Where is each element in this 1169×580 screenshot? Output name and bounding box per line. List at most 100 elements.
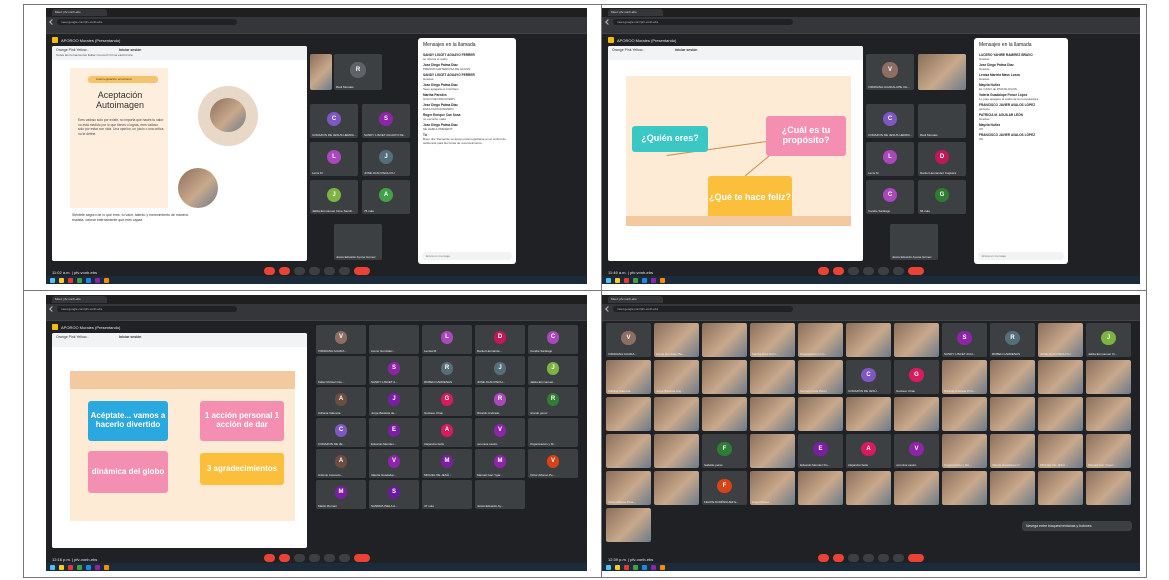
- captions-button[interactable]: [848, 267, 859, 275]
- back-icon[interactable]: [49, 305, 55, 312]
- present-button[interactable]: [863, 554, 874, 562]
- taskbar-app-icon[interactable]: [104, 277, 109, 283]
- participant-tile[interactable]: [846, 323, 891, 357]
- participant-tile[interactable]: J Jorge Bautista de...: [369, 387, 419, 416]
- participant-tile[interactable]: G Gustavo Chan: [422, 387, 472, 416]
- participant-tile[interactable]: [702, 323, 747, 357]
- taskbar-app-icon[interactable]: [633, 277, 638, 283]
- participant-tile[interactable]: Jesús Eduardo Ayuna Gómez: [334, 224, 382, 260]
- more-options-button[interactable]: [338, 554, 350, 562]
- sign-in-button[interactable]: Iniciar sesión: [119, 48, 141, 52]
- participant-tile[interactable]: D Daniel Hernandez Cuglotra: [918, 142, 966, 176]
- participant-tile[interactable]: V VIRIDIANA GUADA...: [606, 323, 651, 357]
- participant-tile[interactable]: Kalia Christel Osu...: [316, 356, 366, 385]
- url-input[interactable]: meet.google.com/pfv-vonh-ebs: [57, 305, 237, 312]
- participant-tile[interactable]: Organización y M...: [528, 418, 578, 447]
- participant-tile[interactable]: V Victor Alfonso Pe...: [528, 449, 578, 478]
- taskbar-app-icon[interactable]: [615, 277, 620, 283]
- raise-hand-button[interactable]: [878, 267, 889, 275]
- participant-tile[interactable]: J Jaktia Emmanuel Cime Sanch...: [310, 180, 358, 214]
- participant-tile[interactable]: Martha Díaz Hern...: [750, 323, 795, 357]
- participant-tile[interactable]: [1086, 360, 1131, 394]
- raise-hand-button[interactable]: [323, 554, 335, 562]
- participant-tile[interactable]: [750, 397, 795, 431]
- participant-tile[interactable]: [702, 360, 747, 394]
- participant-tile[interactable]: C CORAZON DE JESUS HERRA...: [310, 104, 358, 138]
- participant-tile[interactable]: S SANDY LISCET A...: [369, 356, 419, 385]
- taskbar-app-icon[interactable]: [651, 564, 656, 570]
- participant-tile[interactable]: [990, 471, 1035, 505]
- participant-tile[interactable]: C CORAZON DE JE...: [316, 418, 366, 447]
- participant-tile[interactable]: Ricardo Andrade Prim...: [942, 360, 987, 394]
- chat-input[interactable]: Envía un mensaje: [978, 252, 1064, 260]
- participant-tile[interactable]: R Raul Morales: [334, 54, 382, 90]
- taskbar-app-icon[interactable]: [633, 564, 638, 570]
- participant-tile[interactable]: L Lenis M: [866, 142, 914, 176]
- browser-tab[interactable]: Meet: pfv-vonh-ebs: [608, 296, 663, 303]
- leave-call-button[interactable]: [908, 267, 924, 275]
- participant-tile[interactable]: C Candie Santiago: [866, 180, 914, 214]
- taskbar-app-icon[interactable]: [86, 564, 91, 570]
- back-icon[interactable]: [605, 18, 611, 25]
- participant-tile[interactable]: Valeria Guadalupe P...: [990, 434, 1035, 468]
- participant-tile[interactable]: A Adriana Valencia: [316, 387, 366, 416]
- taskbar-app-icon[interactable]: [615, 564, 620, 570]
- participant-tile[interactable]: [750, 360, 795, 394]
- taskbar-app-icon[interactable]: [59, 564, 64, 570]
- participant-tile[interactable]: JOSE JUAN PECH KU: [1038, 323, 1083, 357]
- participant-tile[interactable]: R Ricardo Andrade: [475, 387, 525, 416]
- captions-button[interactable]: [293, 554, 305, 562]
- participant-tile[interactable]: [654, 397, 699, 431]
- leave-call-button[interactable]: [353, 267, 370, 275]
- browser-tab[interactable]: Meet: pfv-vonh-ebs: [52, 9, 107, 16]
- participant-tile[interactable]: Angel Flores: [750, 471, 795, 505]
- participant-tile[interactable]: V Valeria Guadalup...: [369, 449, 419, 478]
- taskbar-app-icon[interactable]: [606, 564, 611, 570]
- captions-button[interactable]: [848, 554, 859, 562]
- participant-tile[interactable]: J Jaktia Emmanuel...: [528, 356, 578, 385]
- participant-tile[interactable]: [990, 397, 1035, 431]
- browser-tab[interactable]: Meet: pfv-vonh-ebs: [52, 296, 107, 303]
- participant-tile[interactable]: M MIGUEL DE JESÚ...: [422, 449, 472, 478]
- taskbar-app-icon[interactable]: [68, 277, 73, 283]
- participant-tile[interactable]: C Candie Santiago: [528, 325, 578, 354]
- participant-tile[interactable]: [894, 471, 939, 505]
- sign-in-button[interactable]: Iniciar sesión: [675, 48, 697, 52]
- participant-tile[interactable]: F Isabelle peres: [702, 434, 747, 468]
- participant-tile[interactable]: [606, 434, 651, 468]
- participant-tile[interactable]: Rricardo perez: [528, 387, 578, 416]
- participant-tile[interactable]: Jesús Eduardo Ay...: [475, 480, 525, 509]
- mic-off-button[interactable]: [818, 267, 829, 275]
- participant-tile[interactable]: M Martin Roman: [316, 480, 366, 509]
- participant-tile[interactable]: [654, 471, 699, 505]
- participant-tile[interactable]: E Eduardo Mendez Ro...: [798, 434, 843, 468]
- participant-tile[interactable]: L Lenisa M.: [422, 325, 472, 354]
- participant-tile[interactable]: [654, 434, 699, 468]
- participant-tile[interactable]: S SANDY LISCET AGUAYO FE...: [362, 104, 410, 138]
- participant-tile[interactable]: S SANDY LISCET AGU...: [942, 323, 987, 357]
- participant-tile[interactable]: F FELIPE DOMÍNGUEZ E...: [702, 471, 747, 505]
- participant-tile[interactable]: [1038, 471, 1083, 505]
- participant-tile[interactable]: D Daniel Hernánde...: [475, 325, 525, 354]
- participant-tile[interactable]: Vveronica castro: [894, 434, 939, 468]
- url-input[interactable]: meet.google.com/pfv-vonh-ebs: [613, 18, 793, 25]
- participant-tile[interactable]: [750, 434, 795, 468]
- url-input[interactable]: meet.google.com/pfv-vonh-ebs: [613, 305, 793, 312]
- taskbar-app-icon[interactable]: [642, 277, 647, 283]
- participant-tile[interactable]: R RUBEN CARDENAS: [990, 323, 1035, 357]
- participant-tile[interactable]: Llemo González Be...: [654, 323, 699, 357]
- participant-tile[interactable]: 47 más: [422, 480, 472, 509]
- participant-tile[interactable]: MIGUEL DE JESÚ...: [1038, 434, 1083, 468]
- participant-tile[interactable]: Vveronica castro: [475, 418, 525, 447]
- taskbar-app-icon[interactable]: [660, 564, 665, 570]
- participant-tile[interactable]: [702, 397, 747, 431]
- participant-tile[interactable]: Jorge Bautista Ang...: [654, 360, 699, 394]
- participant-tile[interactable]: A Alejandra Solis: [422, 418, 472, 447]
- camera-off-button[interactable]: [278, 267, 290, 275]
- taskbar-app-icon[interactable]: [68, 564, 73, 570]
- taskbar-app-icon[interactable]: [624, 564, 629, 570]
- taskbar-app-icon[interactable]: [660, 277, 665, 283]
- participant-tile[interactable]: [894, 397, 939, 431]
- participant-tile[interactable]: J JOSE JUAN PECH KU: [362, 142, 410, 176]
- participant-tile[interactable]: Organización y Mé...: [942, 434, 987, 468]
